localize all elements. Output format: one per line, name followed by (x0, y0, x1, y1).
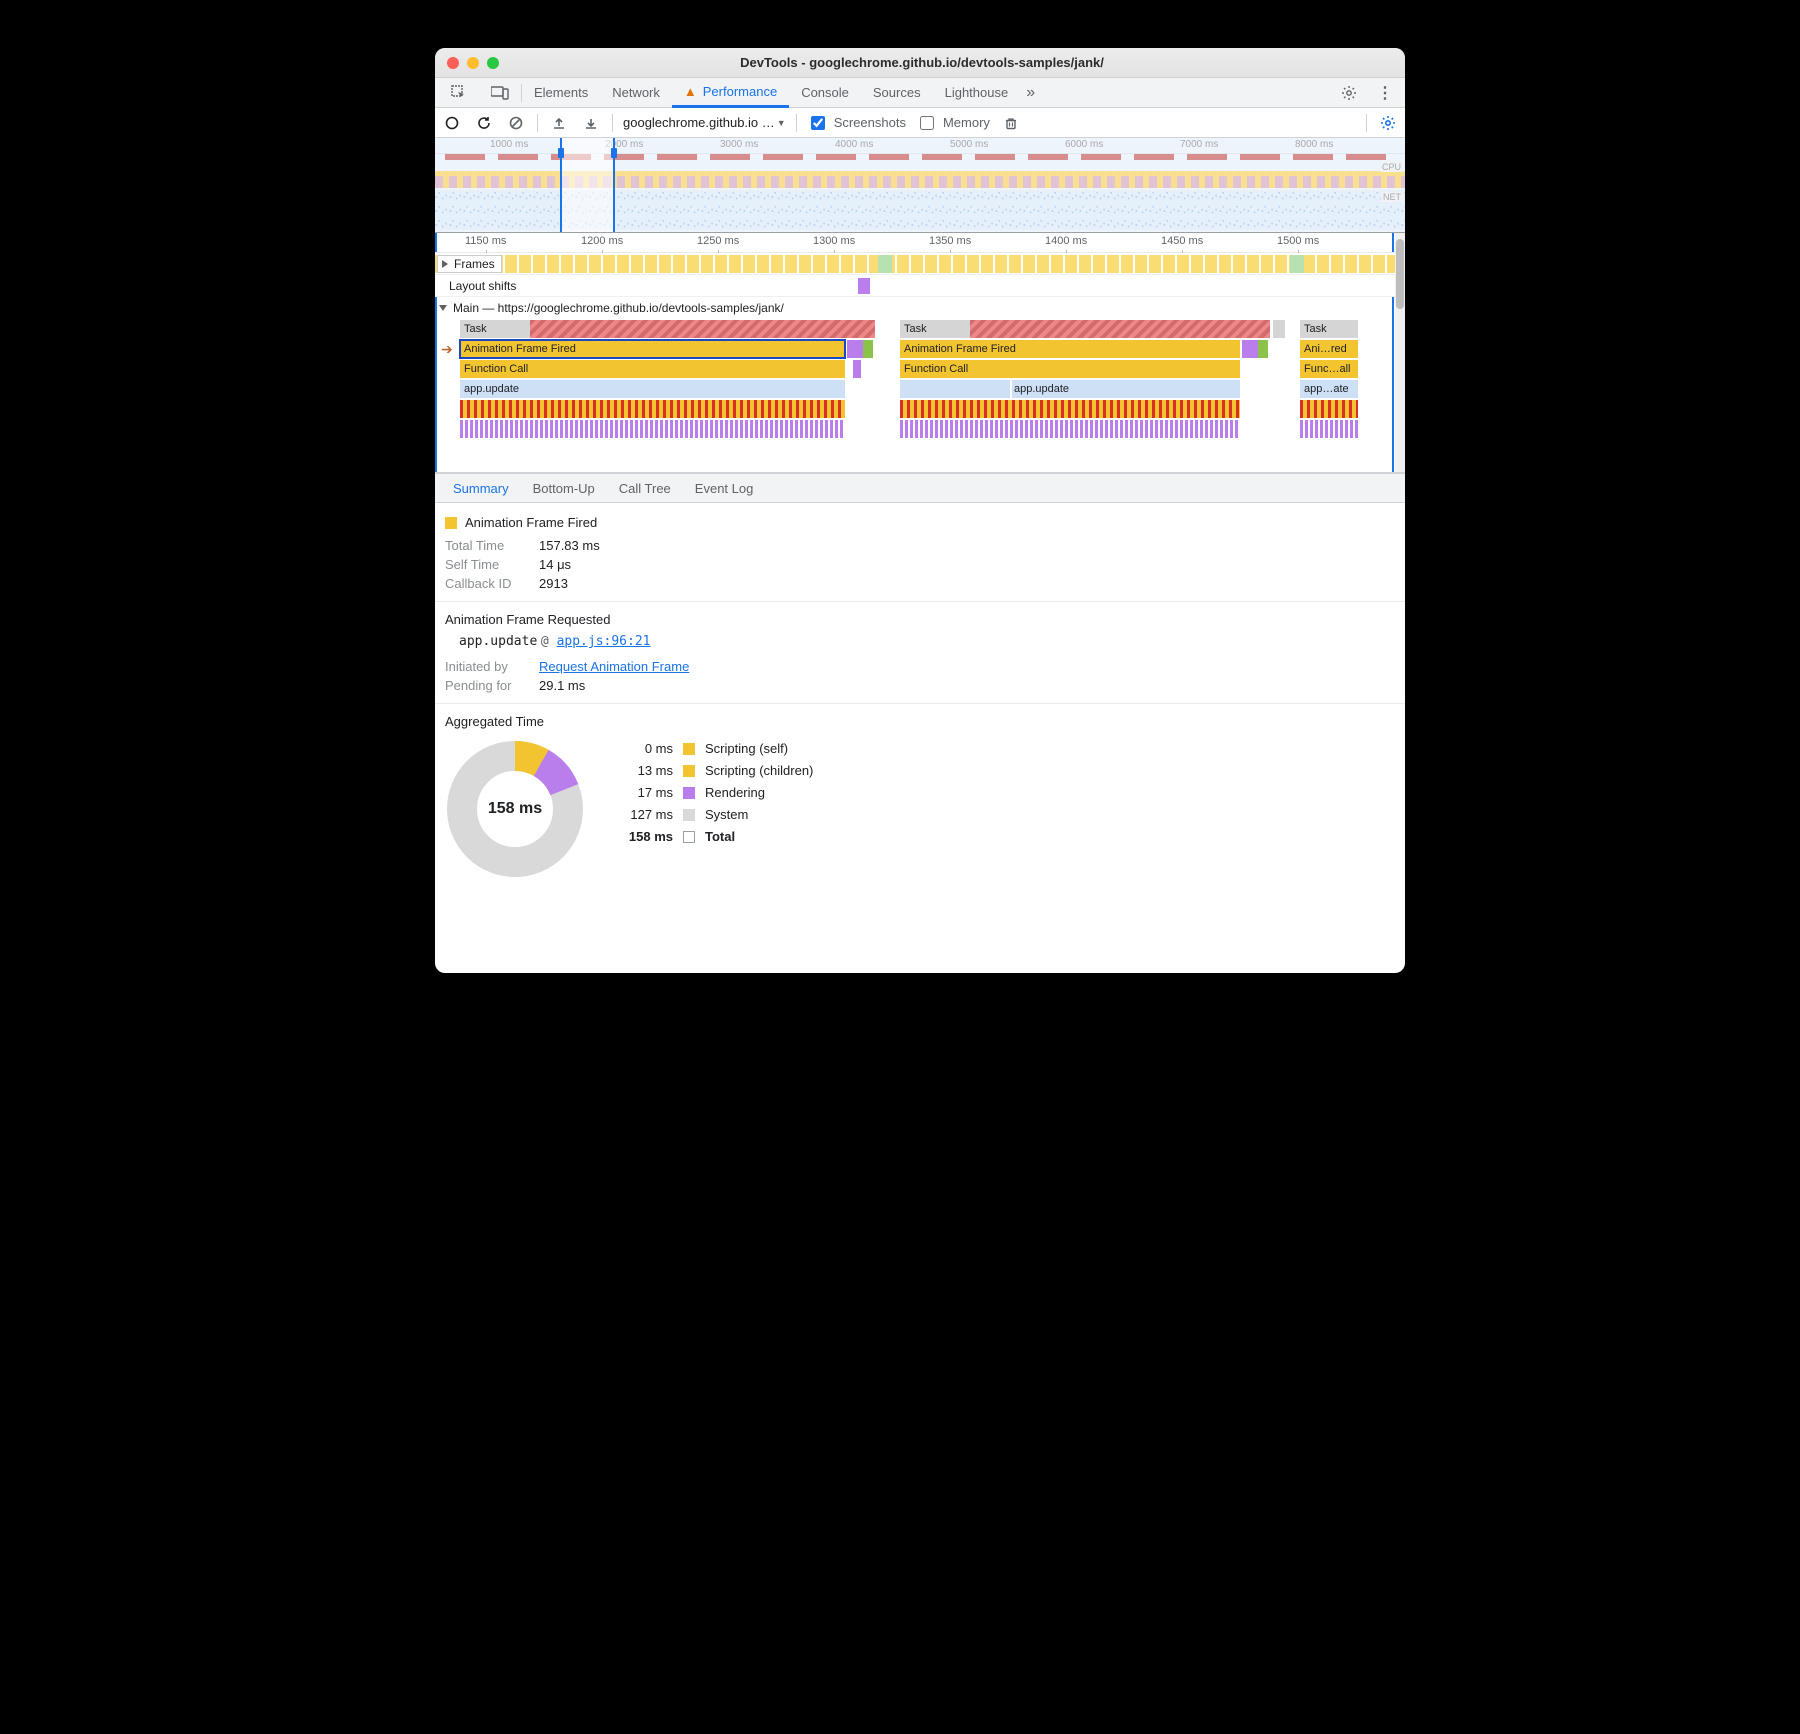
window-titlebar: DevTools - googlechrome.github.io/devtoo… (435, 48, 1405, 78)
animation-frame-fired-bar[interactable]: Animation Frame Fired (460, 340, 845, 358)
layout-bar2[interactable] (853, 360, 861, 378)
reload-record-button[interactable] (473, 112, 495, 134)
task-long-bar[interactable] (530, 320, 875, 338)
callsite-func: app.update (459, 634, 537, 649)
flamechart-ruler: 1150 ms 1200 ms 1250 ms 1300 ms 1350 ms 1400 … (435, 233, 1405, 253)
tab-eventlog[interactable]: Event Log (683, 473, 766, 503)
main-tabs: Elements Network ▲Performance Console So… (435, 78, 1405, 108)
app-update-bar[interactable] (900, 380, 1010, 398)
function-call-bar[interactable]: Function Call (460, 360, 845, 378)
aggregated-title: Aggregated Time (445, 714, 1395, 729)
minimize-icon[interactable] (467, 57, 479, 69)
tab-network[interactable]: Network (600, 78, 672, 108)
legend-row: 127 msSystem (613, 807, 813, 822)
callback-id: 2913 (539, 576, 568, 591)
devtools-window: DevTools - googlechrome.github.io/devtoo… (435, 48, 1405, 973)
paint-bar[interactable] (1258, 340, 1268, 358)
screenshots-checkbox[interactable]: Screenshots (807, 113, 906, 133)
task-bar[interactable]: Task (900, 320, 970, 338)
collect-garbage-icon[interactable] (1000, 112, 1022, 134)
category-swatch-icon (445, 517, 457, 529)
main-thread-header[interactable]: Main — https://googlechrome.github.io/de… (435, 297, 1405, 319)
warning-icon: ▲ (684, 84, 697, 99)
frames-track[interactable]: Frames (435, 253, 1405, 275)
clear-button[interactable] (505, 112, 527, 134)
legend-row: 17 msRendering (613, 785, 813, 800)
animation-frame-fired-bar[interactable]: Animation Frame Fired (900, 340, 1240, 358)
overview-panel[interactable]: 1000 ms2000 ms3000 ms4000 ms5000 ms6000 … (435, 138, 1405, 233)
window-title: DevTools - googlechrome.github.io/devtoo… (499, 55, 1345, 70)
tab-performance[interactable]: ▲Performance (672, 78, 789, 108)
total-time: 157.83 ms (539, 538, 600, 553)
task-bar[interactable]: Task (460, 320, 530, 338)
app-update-bar[interactable]: app…ate (1300, 380, 1358, 398)
legend-row: 13 msScripting (children) (613, 763, 813, 778)
app-update-bar[interactable]: app.update (1012, 380, 1240, 398)
initiated-by-link[interactable]: Request Animation Frame (539, 659, 689, 674)
self-time: 14 μs (539, 557, 571, 572)
ruler-tick: 1350 ms (929, 235, 971, 247)
close-icon[interactable] (447, 57, 459, 69)
memory-checkbox[interactable]: Memory (916, 113, 990, 133)
tab-calltree[interactable]: Call Tree (607, 473, 683, 503)
ruler-tick: 1400 ms (1045, 235, 1087, 247)
task-bar[interactable]: Task (1300, 320, 1358, 338)
summary-panel: Animation Frame Fired Total Time157.83 m… (435, 503, 1405, 973)
ruler-tick: 1300 ms (813, 235, 855, 247)
tab-console[interactable]: Console (789, 78, 861, 108)
recording-dropdown[interactable]: googlechrome.github.io …▼ (623, 115, 786, 130)
details-tabs: Summary Bottom-Up Call Tree Event Log (435, 473, 1405, 503)
layout-bar[interactable] (1242, 340, 1258, 358)
task-long-bar[interactable] (970, 320, 1270, 338)
callsite-link[interactable]: app.js:96:21 (557, 634, 651, 649)
pending-for: 29.1 ms (539, 678, 585, 693)
aggregated-donut-chart: 158 ms (445, 739, 585, 879)
flame-scrollbar[interactable] (1395, 233, 1405, 472)
animation-frame-fired-bar[interactable]: Ani…red (1300, 340, 1358, 358)
more-tabs-icon[interactable]: » (1020, 78, 1041, 108)
device-toggle-icon[interactable] (479, 78, 521, 108)
legend-total: 158 msTotal (613, 829, 813, 844)
zoom-icon[interactable] (487, 57, 499, 69)
upload-profile-icon[interactable] (548, 112, 570, 134)
task-bar[interactable] (1273, 320, 1285, 338)
tab-summary[interactable]: Summary (441, 473, 521, 503)
paint-bar[interactable] (863, 340, 873, 358)
traffic-lights (447, 57, 499, 69)
subsection-title: Animation Frame Requested (445, 612, 1395, 627)
donut-center: 158 ms (445, 739, 585, 879)
ruler-tick: 1500 ms (1277, 235, 1319, 247)
inspect-icon[interactable] (439, 78, 479, 108)
tab-sources[interactable]: Sources (861, 78, 933, 108)
tab-lighthouse[interactable]: Lighthouse (933, 78, 1021, 108)
ruler-tick: 1450 ms (1161, 235, 1203, 247)
performance-toolbar: googlechrome.github.io …▼ Screenshots Me… (435, 108, 1405, 138)
event-title: Animation Frame Fired (465, 515, 597, 530)
function-call-bar[interactable]: Func…all (1300, 360, 1358, 378)
layout-bar[interactable] (847, 340, 863, 358)
overview-selection[interactable] (560, 138, 615, 232)
chevron-down-icon: ▼ (777, 118, 786, 128)
flamechart-stage[interactable]: 1150 ms 1200 ms 1250 ms 1300 ms 1350 ms 1400 … (435, 233, 1405, 473)
download-profile-icon[interactable] (580, 112, 602, 134)
tab-bottomup[interactable]: Bottom-Up (521, 473, 607, 503)
donut-legend: 0 msScripting (self) 13 msScripting (chil… (613, 739, 813, 879)
settings-gear-icon[interactable] (1329, 78, 1369, 108)
function-call-bar[interactable]: Function Call (900, 360, 1240, 378)
legend-row: 0 msScripting (self) (613, 741, 813, 756)
app-update-bar[interactable]: app.update (460, 380, 845, 398)
kebab-menu-icon[interactable]: ⋮ (1369, 78, 1401, 108)
capture-settings-gear-icon[interactable] (1377, 112, 1399, 134)
flamechart[interactable]: Task Task Task Animation Frame Fired Ani… (435, 319, 1405, 464)
frames-label[interactable]: Frames (437, 255, 502, 273)
tab-elements[interactable]: Elements (522, 78, 600, 108)
layout-shifts-track[interactable]: Layout shifts (435, 275, 1405, 297)
ruler-tick: 1250 ms (697, 235, 739, 247)
ruler-tick: 1150 ms (465, 235, 506, 247)
ruler-tick: 1200 ms (581, 235, 623, 247)
record-button[interactable] (441, 112, 463, 134)
